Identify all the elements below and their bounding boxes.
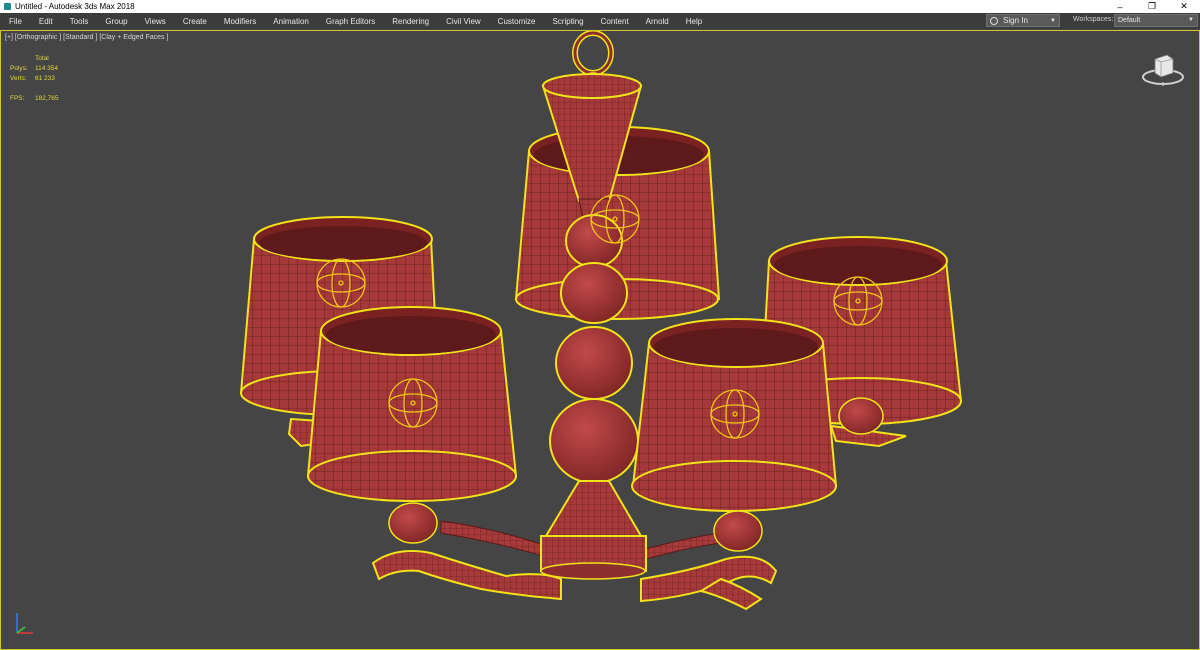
sign-in-button[interactable]: Sign In ▼: [986, 14, 1060, 27]
menu-views[interactable]: Views: [136, 17, 174, 26]
user-icon: [990, 16, 998, 25]
verts-label: Verts:: [10, 75, 27, 82]
menu-civil-view[interactable]: Civil View: [437, 17, 489, 26]
menu-graph-editors[interactable]: Graph Editors: [317, 17, 383, 26]
workspaces-label: Workspaces:: [1073, 16, 1114, 23]
menu-create[interactable]: Create: [174, 17, 215, 26]
axis-tripod-icon: [16, 613, 33, 634]
lampshade-front-left[interactable]: [306, 306, 518, 544]
menu-edit[interactable]: Edit: [30, 17, 61, 26]
fps-label: FPS:: [10, 95, 25, 102]
menu-arnold[interactable]: Arnold: [637, 17, 677, 26]
scene-canvas[interactable]: [1, 31, 1199, 649]
restore-button[interactable]: ❐: [1136, 0, 1168, 13]
menu-animation[interactable]: Animation: [264, 17, 317, 26]
fps-value: 182,765: [35, 95, 59, 102]
close-button[interactable]: ✕: [1168, 0, 1200, 13]
menu-tools[interactable]: Tools: [61, 17, 97, 26]
menu-modifiers[interactable]: Modifiers: [215, 17, 264, 26]
menu-file[interactable]: File: [0, 17, 30, 26]
menu-scripting[interactable]: Scripting: [543, 17, 591, 26]
menu-help[interactable]: Help: [677, 17, 710, 26]
stats-header: Total: [35, 55, 49, 62]
workspaces-value: Default: [1118, 17, 1141, 24]
lampshade-front-right[interactable]: [631, 318, 838, 552]
workspaces-dropdown[interactable]: Default ▼: [1114, 14, 1198, 27]
viewcube-icon[interactable]: [1139, 49, 1187, 89]
verts-value: 61 233: [35, 75, 55, 82]
chevron-down-icon: ▼: [1050, 17, 1056, 24]
window-title: Untitled - Autodesk 3ds Max 2018: [15, 2, 135, 11]
menu-rendering[interactable]: Rendering: [383, 17, 437, 26]
perspective-viewport[interactable]: [+] [Orthographic ] [Standard ] [Clay + …: [0, 30, 1200, 650]
polys-label: Polys:: [10, 65, 28, 72]
title-bar: Untitled - Autodesk 3ds Max 2018 – ❐ ✕: [0, 0, 1200, 13]
app-icon: [4, 3, 11, 10]
menu-customize[interactable]: Customize: [489, 17, 544, 26]
viewport-label[interactable]: [+] [Orthographic ] [Standard ] [Clay + …: [5, 34, 168, 41]
sign-in-label: Sign In: [1003, 16, 1028, 25]
chevron-down-icon: ▼: [1188, 17, 1194, 23]
window-controls: – ❐ ✕: [1104, 0, 1200, 13]
menu-bar: File Edit Tools Group Views Create Modif…: [0, 13, 1200, 29]
menu-content[interactable]: Content: [592, 17, 637, 26]
polys-value: 114 354: [35, 65, 59, 72]
menu-group[interactable]: Group: [96, 17, 135, 26]
minimize-button[interactable]: –: [1104, 0, 1136, 13]
statistics-overlay: Total Polys: 114 354 Verts: 61 233 FPS: …: [10, 54, 59, 104]
